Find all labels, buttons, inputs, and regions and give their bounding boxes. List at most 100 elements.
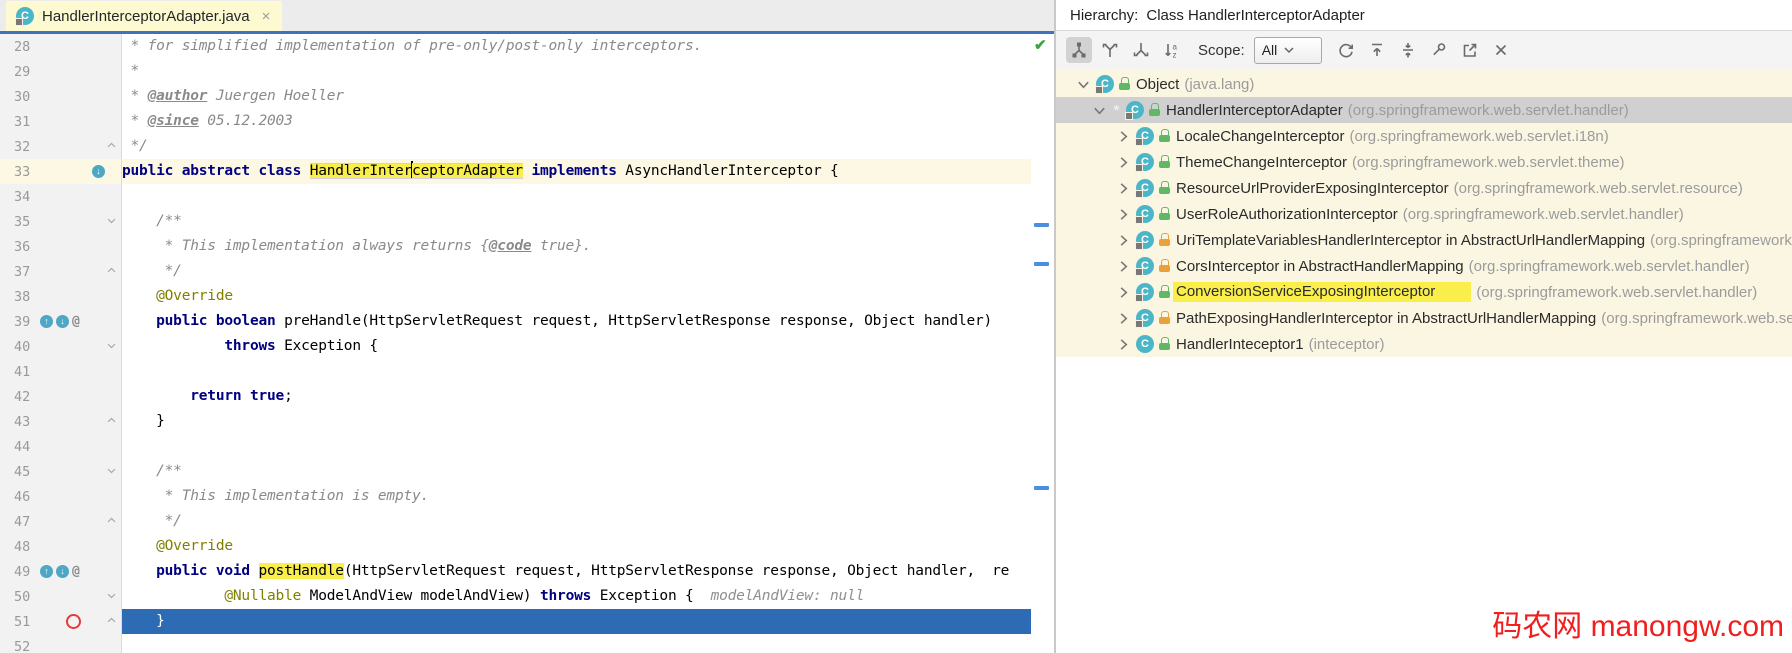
overrides-method-icon[interactable]: ↑ xyxy=(40,565,53,578)
tree-row-CorsInterceptor[interactable]: CCorsInterceptor in AbstractHandlerMappi… xyxy=(1056,253,1792,279)
fold-marker-icon[interactable] xyxy=(106,590,118,602)
gutter-line-28[interactable]: 28 xyxy=(0,34,122,59)
code-text[interactable] xyxy=(122,184,1031,209)
red-circle-icon[interactable] xyxy=(66,614,81,629)
gutter-line-30[interactable]: 30 xyxy=(0,84,122,109)
code-line-34[interactable]: 34 xyxy=(0,184,1031,209)
code-line-36[interactable]: 36 * This implementation always returns … xyxy=(0,234,1031,259)
editor-tab[interactable]: C HandlerInterceptorAdapter.java × xyxy=(6,1,282,31)
changed-lines-mark[interactable] xyxy=(1034,262,1049,266)
code-line-43[interactable]: 43 } xyxy=(0,409,1031,434)
fold-marker-icon[interactable] xyxy=(106,340,118,352)
code-line-48[interactable]: 48 @Override xyxy=(0,534,1031,559)
code-text[interactable]: } xyxy=(122,409,1031,434)
code-text[interactable]: @Override xyxy=(122,284,1031,309)
code-line-46[interactable]: 46 * This implementation is empty. xyxy=(0,484,1031,509)
fold-marker-icon[interactable] xyxy=(106,615,118,627)
code-text[interactable] xyxy=(122,634,1031,653)
close-icon[interactable]: × xyxy=(262,9,271,24)
code-text[interactable]: /** xyxy=(122,459,1031,484)
code-line-41[interactable]: 41 xyxy=(0,359,1031,384)
fold-marker-icon[interactable] xyxy=(106,515,118,527)
code-line-44[interactable]: 44 xyxy=(0,434,1031,459)
code-text[interactable]: throws Exception { xyxy=(122,334,1031,359)
scope-dropdown[interactable]: All xyxy=(1254,37,1322,64)
code-text[interactable]: @Override xyxy=(122,534,1031,559)
sort-alphabetically-icon[interactable]: az xyxy=(1159,37,1185,63)
gutter-line-39[interactable]: 39↑↓@ xyxy=(0,309,122,334)
chevron-right-icon[interactable] xyxy=(1116,129,1131,144)
code-text[interactable]: * This implementation is empty. xyxy=(122,484,1031,509)
code-text[interactable]: /** xyxy=(122,209,1031,234)
gutter-line-50[interactable]: 50 xyxy=(0,584,122,609)
code-line-45[interactable]: 45 /** xyxy=(0,459,1031,484)
chevron-down-icon[interactable] xyxy=(1076,77,1091,92)
chevron-right-icon[interactable] xyxy=(1116,181,1131,196)
code-text[interactable]: @Nullable ModelAndView modelAndView) thr… xyxy=(122,584,1031,609)
supertypes-hierarchy-icon[interactable] xyxy=(1097,37,1123,63)
gutter-line-47[interactable]: 47 xyxy=(0,509,122,534)
gutter-line-37[interactable]: 37 xyxy=(0,259,122,284)
code-line-31[interactable]: 31 * @since 05.12.2003 xyxy=(0,109,1031,134)
fold-marker-icon[interactable] xyxy=(106,140,118,152)
fold-marker-icon[interactable] xyxy=(106,215,118,227)
code-text[interactable]: * @author Juergen Hoeller xyxy=(122,84,1031,109)
gutter-line-36[interactable]: 36 xyxy=(0,234,122,259)
code-text[interactable]: * @since 05.12.2003 xyxy=(122,109,1031,134)
code-line-32[interactable]: 32 */ xyxy=(0,134,1031,159)
close-icon[interactable] xyxy=(1488,37,1514,63)
code-line-33[interactable]: 33↓public abstract class HandlerIntercep… xyxy=(0,159,1031,184)
chevron-right-icon[interactable] xyxy=(1116,285,1131,300)
expand-icon[interactable] xyxy=(1364,37,1390,63)
fold-marker-icon[interactable] xyxy=(106,265,118,277)
tree-row-LocaleChangeInterceptor[interactable]: CLocaleChangeInterceptor(org.springframe… xyxy=(1056,123,1792,149)
code-text[interactable]: */ xyxy=(122,134,1031,159)
tree-row-ThemeChangeInterceptor[interactable]: CThemeChangeInterceptor(org.springframew… xyxy=(1056,149,1792,175)
gutter-line-40[interactable]: 40 xyxy=(0,334,122,359)
code-text[interactable]: public void postHandle(HttpServletReques… xyxy=(122,559,1031,584)
code-editor[interactable]: 28 * for simplified implementation of pr… xyxy=(0,34,1031,653)
code-line-40[interactable]: 40 throws Exception { xyxy=(0,334,1031,359)
tree-row-PathExposingHandlerInterceptor[interactable]: CPathExposingHandlerInterceptor in Abstr… xyxy=(1056,305,1792,331)
is-overridden-icon[interactable]: ↓ xyxy=(56,315,69,328)
changed-lines-mark[interactable] xyxy=(1034,223,1049,227)
changed-lines-mark[interactable] xyxy=(1034,486,1049,490)
annotation-icon[interactable]: @ xyxy=(72,564,80,579)
code-text[interactable]: */ xyxy=(122,509,1031,534)
code-line-38[interactable]: 38 @Override xyxy=(0,284,1031,309)
code-line-52[interactable]: 52 xyxy=(0,634,1031,653)
gutter-line-33[interactable]: 33↓ xyxy=(0,159,122,184)
overrides-method-icon[interactable]: ↑ xyxy=(40,315,53,328)
export-icon[interactable] xyxy=(1457,37,1483,63)
gutter-line-34[interactable]: 34 xyxy=(0,184,122,209)
code-line-37[interactable]: 37 */ xyxy=(0,259,1031,284)
chevron-right-icon[interactable] xyxy=(1116,155,1131,170)
chevron-right-icon[interactable] xyxy=(1116,207,1131,222)
code-line-51[interactable]: 51 } xyxy=(0,609,1031,634)
chevron-down-icon[interactable] xyxy=(1092,103,1107,118)
code-line-28[interactable]: 28 * for simplified implementation of pr… xyxy=(0,34,1031,59)
gutter-line-44[interactable]: 44 xyxy=(0,434,122,459)
gutter-line-35[interactable]: 35 xyxy=(0,209,122,234)
code-line-47[interactable]: 47 */ xyxy=(0,509,1031,534)
code-line-42[interactable]: 42 return true; xyxy=(0,384,1031,409)
tree-row-UriTemplateVariablesHandlerInterceptor[interactable]: CUriTemplateVariablesHandlerInterceptor … xyxy=(1056,227,1792,253)
code-line-49[interactable]: 49↑↓@ public void postHandle(HttpServlet… xyxy=(0,559,1031,584)
refresh-icon[interactable] xyxy=(1333,37,1359,63)
gutter-line-32[interactable]: 32 xyxy=(0,134,122,159)
gutter-line-29[interactable]: 29 xyxy=(0,59,122,84)
chevron-right-icon[interactable] xyxy=(1116,337,1131,352)
is-overridden-icon[interactable]: ↓ xyxy=(92,165,105,178)
gutter-line-49[interactable]: 49↑↓@ xyxy=(0,559,122,584)
tree-row-HandlerInteceptor1[interactable]: CHandlerInteceptor1(inteceptor) xyxy=(1056,331,1792,357)
editor-scroll-stripe[interactable]: ✔ xyxy=(1031,34,1054,653)
chevron-right-icon[interactable] xyxy=(1116,311,1131,326)
code-line-29[interactable]: 29 * xyxy=(0,59,1031,84)
chevron-right-icon[interactable] xyxy=(1116,259,1131,274)
annotation-icon[interactable]: @ xyxy=(72,314,80,329)
gutter-line-51[interactable]: 51 xyxy=(0,609,122,634)
gutter-line-42[interactable]: 42 xyxy=(0,384,122,409)
gutter-line-46[interactable]: 46 xyxy=(0,484,122,509)
pin-icon[interactable] xyxy=(1426,37,1452,63)
tree-row-ResourceUrlProviderExposingInterceptor[interactable]: CResourceUrlProviderExposingInterceptor(… xyxy=(1056,175,1792,201)
